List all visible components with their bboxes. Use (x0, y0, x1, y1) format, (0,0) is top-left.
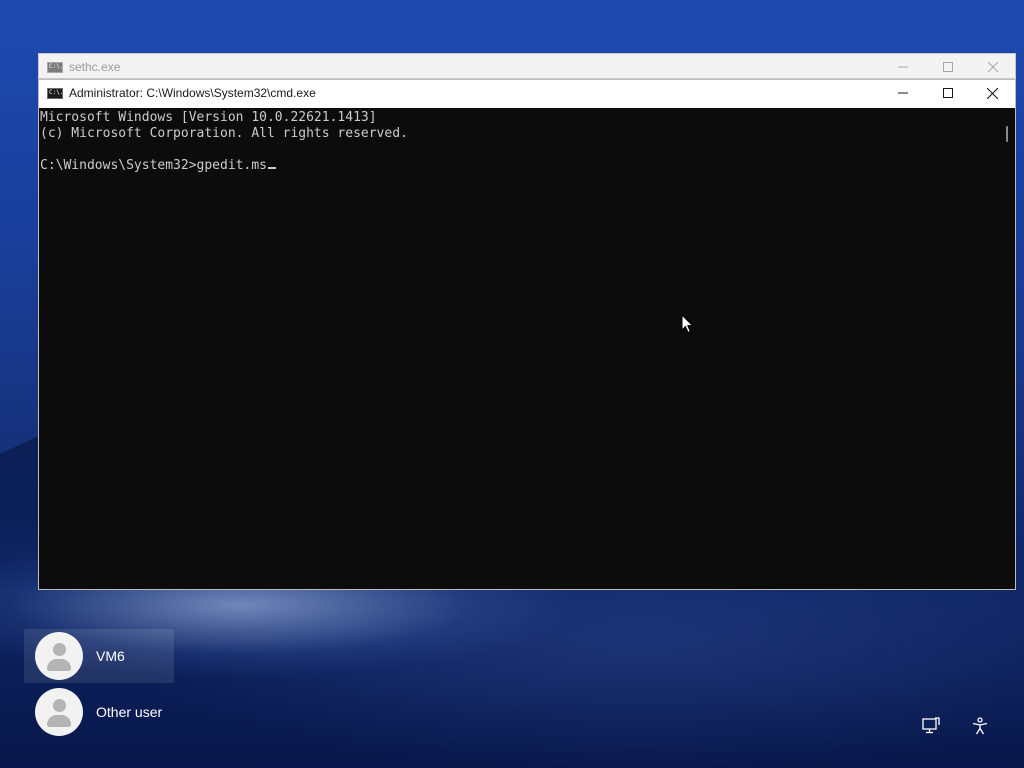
cmd-titlebar[interactable]: C:\. Administrator: C:\Windows\System32\… (39, 80, 1015, 106)
cmd-icon: C:\. (47, 61, 63, 73)
maximize-icon (942, 62, 953, 72)
user-name: VM6 (96, 648, 125, 664)
network-monitor-icon (922, 717, 940, 734)
sethc-minimize-button[interactable] (880, 54, 925, 80)
cmd-minimize-button[interactable] (880, 80, 925, 106)
cmd-maximize-button[interactable] (925, 80, 970, 106)
network-button[interactable] (919, 714, 943, 738)
console-output[interactable]: Microsoft Windows [Version 10.0.22621.14… (39, 108, 999, 589)
user-tile-vm6[interactable]: VM6 (24, 629, 174, 683)
close-icon (987, 87, 998, 99)
accessibility-icon (972, 717, 988, 735)
console-line: Microsoft Windows [Version 10.0.22621.14… (40, 110, 377, 125)
user-avatar-icon (35, 688, 83, 736)
sethc-maximize-button[interactable] (925, 54, 970, 80)
scrollbar-thumb[interactable] (1006, 126, 1008, 142)
sethc-close-button[interactable] (970, 54, 1015, 80)
console-scrollbar[interactable] (999, 108, 1015, 589)
console-line: (c) Microsoft Corporation. All rights re… (40, 126, 408, 141)
minimize-icon (897, 92, 908, 94)
maximize-icon (942, 88, 953, 98)
cmd-window-title: Administrator: C:\Windows\System32\cmd.e… (69, 86, 316, 100)
cmd-window[interactable]: C:\. Administrator: C:\Windows\System32\… (38, 79, 1016, 590)
user-avatar-icon (35, 632, 83, 680)
accessibility-button[interactable] (968, 714, 992, 738)
text-cursor (267, 167, 276, 169)
mouse-pointer-icon (681, 314, 694, 334)
user-name: Other user (96, 704, 163, 720)
user-tile-other-user[interactable]: Other user (24, 685, 174, 739)
cmd-close-button[interactable] (970, 80, 1015, 106)
sethc-titlebar[interactable]: C:\. sethc.exe (39, 54, 1015, 80)
minimize-icon (897, 66, 908, 68)
sethc-window[interactable]: C:\. sethc.exe (38, 53, 1016, 79)
close-icon (987, 62, 998, 72)
cmd-icon: C:\. (47, 87, 63, 99)
console-prompt-text: C:\Windows\System32>gpedit.ms (40, 158, 267, 173)
sethc-window-title: sethc.exe (69, 60, 121, 74)
console-prompt-line[interactable]: C:\Windows\System32>gpedit.ms (40, 158, 999, 174)
